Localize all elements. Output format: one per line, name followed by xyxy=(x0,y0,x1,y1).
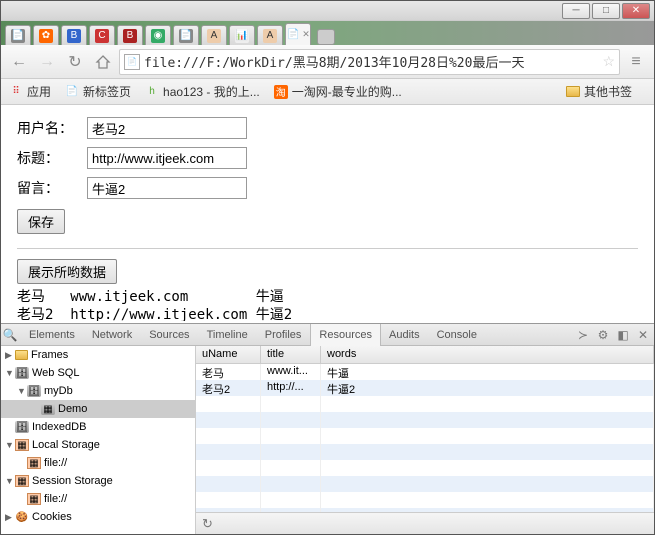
devtools-tab-resources[interactable]: Resources xyxy=(310,324,381,346)
table-row xyxy=(196,428,654,444)
browser-tab[interactable]: A xyxy=(257,25,283,45)
result-row: 老马 www.itjeek.com 牛逼 xyxy=(17,288,638,306)
message-label: 留言： xyxy=(17,178,87,198)
bookmark-star-icon[interactable]: ☆ xyxy=(602,53,615,70)
tree-mydb[interactable]: ▼🗄myDb xyxy=(1,382,195,400)
col-title[interactable]: title xyxy=(261,346,321,363)
tree-indexeddb[interactable]: 🗄IndexedDB xyxy=(1,418,195,436)
devtools-tab-network[interactable]: Network xyxy=(84,324,141,346)
col-uname[interactable]: uName xyxy=(196,346,261,363)
address-bar[interactable]: 📄 file:///F:/WorkDir/黑马8期/2013年10月28日%20… xyxy=(119,49,620,75)
table-row xyxy=(196,396,654,412)
table-row xyxy=(196,476,654,492)
message-input[interactable] xyxy=(87,177,247,199)
bookmark-item[interactable]: 淘一淘网-最专业的购... xyxy=(274,83,402,100)
back-button[interactable]: ← xyxy=(7,50,31,74)
bookmark-label: 一淘网-最专业的购... xyxy=(292,83,402,100)
bookmark-item[interactable]: hhao123 - 我的上... xyxy=(145,83,260,100)
devtools-footer: ↻ xyxy=(196,512,654,534)
tree-sessionstorage[interactable]: ▼▦Session Storage xyxy=(1,472,195,490)
table-row xyxy=(196,492,654,508)
browser-tab[interactable]: 📊 xyxy=(229,25,255,45)
browser-tab[interactable]: 📄 xyxy=(173,25,199,45)
browser-tab[interactable]: ◉ xyxy=(145,25,171,45)
resources-tree: ▶Frames ▼🗄Web SQL ▼🗄myDb ▦Demo 🗄IndexedD… xyxy=(1,346,196,534)
username-label: 用户名： xyxy=(17,118,87,138)
close-button[interactable]: ✕ xyxy=(622,3,650,19)
divider xyxy=(17,248,638,249)
url-text[interactable]: file:///F:/WorkDir/黑马8期/2013年10月28日%20最后… xyxy=(144,52,598,71)
browser-tab[interactable]: C xyxy=(89,25,115,45)
new-tab-button[interactable] xyxy=(317,29,335,45)
devtools-tab-console[interactable]: Console xyxy=(429,324,486,346)
devtools-tab-timeline[interactable]: Timeline xyxy=(199,324,257,346)
title-input[interactable] xyxy=(87,147,247,169)
show-all-button[interactable]: 展示所哟数据 xyxy=(17,259,117,284)
devtools-tab-profiles[interactable]: Profiles xyxy=(257,324,311,346)
bookmarks-bar: ⠿应用 📄新标签页 hhao123 - 我的上... 淘一淘网-最专业的购...… xyxy=(1,79,654,105)
tree-websql[interactable]: ▼🗄Web SQL xyxy=(1,364,195,382)
devtools-tab-sources[interactable]: Sources xyxy=(141,324,198,346)
menu-button[interactable]: ≡ xyxy=(624,50,648,74)
result-row: 老马2 http://www.itjeek.com 牛逼2 xyxy=(17,306,638,321)
devtools-tab-elements[interactable]: Elements xyxy=(21,324,84,346)
browser-tab[interactable]: B xyxy=(117,25,143,45)
forward-button[interactable]: → xyxy=(35,50,59,74)
tree-file2[interactable]: ▦file:// xyxy=(1,490,195,508)
devtools: 🔍 ElementsNetworkSourcesTimelineProfiles… xyxy=(1,323,654,534)
bookmark-item[interactable]: 📄新标签页 xyxy=(65,83,131,100)
tree-file1[interactable]: ▦file:// xyxy=(1,454,195,472)
table-row[interactable]: 老马2http://...牛逼2 xyxy=(196,380,654,396)
data-table: uName title words 老马www.it...牛逼老马2http:/… xyxy=(196,346,654,512)
bookmark-label: 其他书签 xyxy=(584,83,632,100)
devtools-dock-icon[interactable]: ◧ xyxy=(614,326,632,344)
window-titlebar: ─ □ ✕ xyxy=(1,1,654,21)
browser-tab[interactable]: ✿ xyxy=(33,25,59,45)
browser-tab-active[interactable]: 📄✕ xyxy=(285,23,311,45)
home-button[interactable] xyxy=(91,50,115,74)
devtools-tabs: 🔍 ElementsNetworkSourcesTimelineProfiles… xyxy=(1,324,654,346)
results-list: 老马 www.itjeek.com 牛逼老马2 http://www.itjee… xyxy=(17,288,638,321)
browser-tab[interactable]: B xyxy=(61,25,87,45)
table-row xyxy=(196,444,654,460)
col-words[interactable]: words xyxy=(321,346,654,363)
devtools-settings-icon[interactable]: ⚙ xyxy=(594,326,612,344)
table-row xyxy=(196,412,654,428)
browser-toolbar: ← → ↻ 📄 file:///F:/WorkDir/黑马8期/2013年10月… xyxy=(1,45,654,79)
tree-frames[interactable]: ▶Frames xyxy=(1,346,195,364)
tree-cookies[interactable]: ▶🍪Cookies xyxy=(1,508,195,526)
minimize-button[interactable]: ─ xyxy=(562,3,590,19)
bookmark-label: hao123 - 我的上... xyxy=(163,83,260,100)
title-label: 标题： xyxy=(17,148,87,168)
devtools-search-icon[interactable]: 🔍 xyxy=(1,326,19,344)
username-input[interactable] xyxy=(87,117,247,139)
devtools-tab-audits[interactable]: Audits xyxy=(381,324,429,346)
table-header: uName title words xyxy=(196,346,654,364)
reload-button[interactable]: ↻ xyxy=(63,50,87,74)
bookmark-label: 新标签页 xyxy=(83,83,131,100)
page-icon: 📄 xyxy=(124,54,140,70)
refresh-icon[interactable]: ↻ xyxy=(202,516,213,532)
browser-tabs: 📄 ✿ B C B ◉ 📄 A 📊 A 📄✕ xyxy=(1,21,654,45)
devtools-close-icon[interactable]: ✕ xyxy=(634,326,652,344)
page-content: 用户名： 标题： 留言： 保存 展示所哟数据 老马 www.itjeek.com… xyxy=(1,105,654,321)
bookmark-label: 应用 xyxy=(27,83,51,100)
save-button[interactable]: 保存 xyxy=(17,209,65,234)
tree-localstorage[interactable]: ▼▦Local Storage xyxy=(1,436,195,454)
browser-tab[interactable]: A xyxy=(201,25,227,45)
other-bookmarks[interactable]: 其他书签 xyxy=(566,83,632,100)
table-row xyxy=(196,460,654,476)
tree-demo[interactable]: ▦Demo xyxy=(1,400,195,418)
devtools-console-icon[interactable]: ≻ xyxy=(574,326,592,344)
maximize-button[interactable]: □ xyxy=(592,3,620,19)
table-row[interactable]: 老马www.it...牛逼 xyxy=(196,364,654,380)
apps-shortcut[interactable]: ⠿应用 xyxy=(9,83,51,100)
browser-tab[interactable]: 📄 xyxy=(5,25,31,45)
